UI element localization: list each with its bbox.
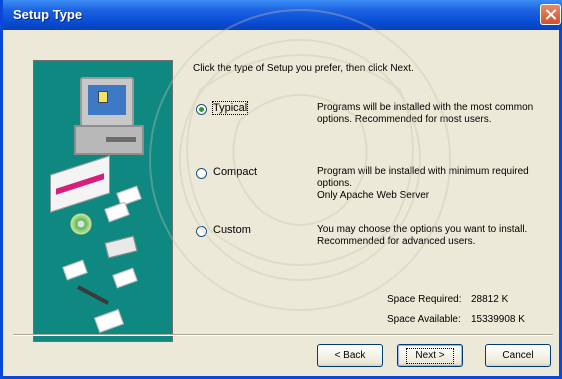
document-icon — [112, 267, 138, 289]
typical-radio[interactable] — [196, 104, 207, 115]
instruction-text: Click the type of Setup you prefer, then… — [193, 63, 414, 74]
setup-type-dialog: Setup Type Click the type of Setup you p… — [0, 0, 562, 379]
divider — [13, 334, 553, 336]
window-title: Setup Type — [13, 7, 83, 22]
computer-case-icon — [74, 125, 144, 155]
document-icon — [94, 309, 124, 333]
space-available-value: 15339908 K — [471, 314, 525, 325]
custom-description: You may choose the options you want to i… — [317, 224, 555, 248]
next-button[interactable]: Next > — [397, 344, 463, 367]
back-button[interactable]: < Back — [317, 344, 383, 367]
back-button-label: < Back — [334, 350, 366, 361]
custom-label[interactable]: Custom — [213, 224, 251, 236]
description-line: options. — [317, 178, 353, 189]
close-icon[interactable] — [540, 4, 561, 25]
computer-illustration-icon — [33, 60, 173, 342]
description-line: Only Apache Web Server — [317, 190, 430, 201]
drive-slot — [106, 137, 136, 142]
custom-radio[interactable] — [196, 226, 207, 237]
compact-description: Program will be installed with minimum r… — [317, 166, 555, 202]
cd-icon — [70, 213, 92, 235]
space-required-value: 28812 K — [471, 294, 509, 305]
document-icon — [104, 201, 130, 223]
chip-icon — [98, 91, 108, 103]
pen-icon — [77, 285, 109, 305]
monitor-icon — [80, 77, 134, 127]
typical-label[interactable]: Typical — [211, 101, 249, 115]
typical-description: Programs will be installed with the most… — [317, 102, 555, 126]
document-icon — [62, 259, 88, 281]
cancel-button[interactable]: Cancel — [485, 344, 551, 367]
title-bar[interactable]: Setup Type — [3, 0, 562, 30]
space-available-label: Space Available: — [387, 314, 461, 325]
compact-radio[interactable] — [196, 168, 207, 179]
description-line: You may choose the options you want to i… — [317, 224, 528, 235]
next-button-label: Next > — [406, 348, 454, 364]
description-line: Recommended for advanced users. — [317, 236, 476, 247]
compact-label[interactable]: Compact — [213, 166, 257, 178]
cd-case-icon — [104, 235, 138, 259]
cancel-button-label: Cancel — [502, 350, 534, 361]
description-line: Programs will be installed with the most… — [317, 102, 534, 113]
description-line: Program will be installed with minimum r… — [317, 166, 529, 177]
space-required-label: Space Required: — [387, 294, 462, 305]
description-line: options. Recommended for most users. — [317, 114, 492, 125]
